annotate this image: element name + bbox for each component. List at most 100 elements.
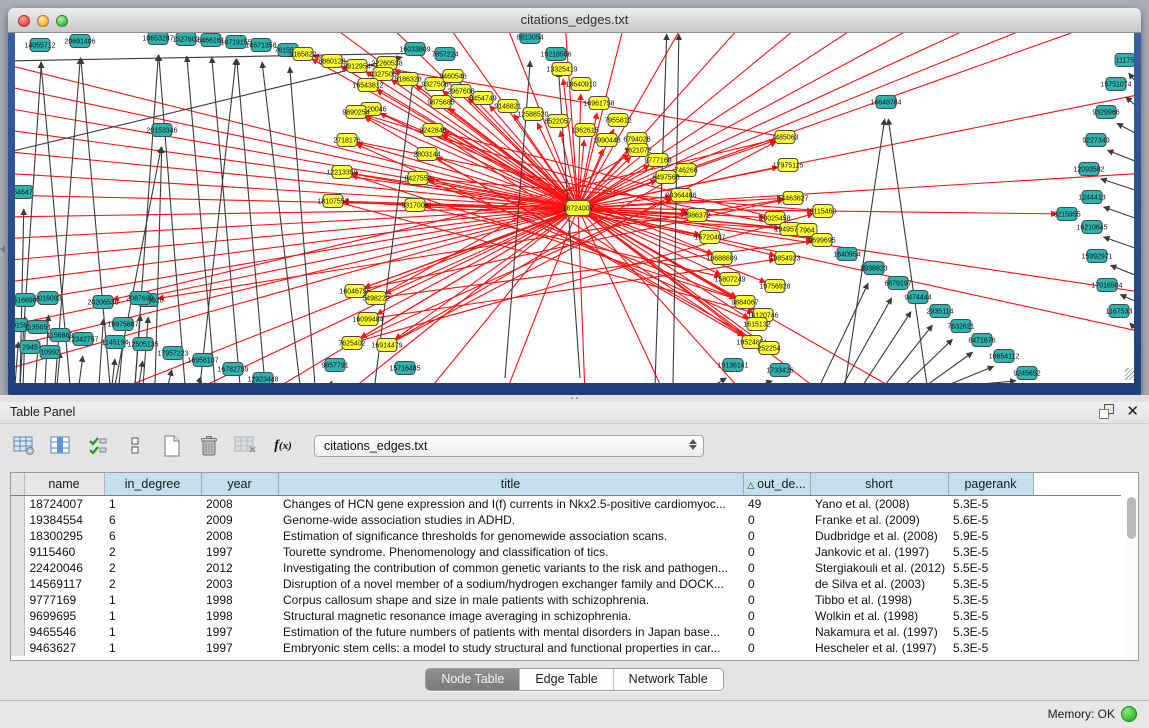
network-node[interactable]: 17016504 <box>1091 279 1122 292</box>
network-node[interactable]: 1640954 <box>833 248 860 261</box>
cell-name[interactable]: 18724007 <box>24 496 104 513</box>
network-node[interactable]: 15720407 <box>694 231 725 244</box>
network-node[interactable]: 1244413 <box>1078 191 1105 204</box>
network-node[interactable]: 6879197 <box>884 277 911 290</box>
cell-in_degree[interactable]: 1 <box>104 608 201 624</box>
cell-in_degree[interactable]: 1 <box>104 496 201 513</box>
cell-out_degree[interactable]: 0 <box>743 608 810 624</box>
network-node[interactable]: 9777169 <box>644 154 671 167</box>
cell-title[interactable]: Genome-wide association studies in ADHD. <box>278 512 743 528</box>
network-node[interactable]: 8427552 <box>404 172 431 185</box>
cell-out_degree[interactable]: 0 <box>743 544 810 560</box>
cell-out_degree[interactable]: 0 <box>743 560 810 576</box>
cell-name[interactable]: 9463627 <box>24 640 104 656</box>
cell-short[interactable]: de Silva et al. (2003) <box>810 576 948 592</box>
cell-pagerank[interactable]: 5.3E-5 <box>948 576 1033 592</box>
network-node[interactable]: 14463627 <box>777 192 808 205</box>
cell-year[interactable]: 1997 <box>201 624 278 640</box>
network-node[interactable]: 2945 <box>20 341 40 354</box>
cell-year[interactable]: 2008 <box>201 496 278 513</box>
cell-short[interactable]: Jankovic et al. (1997) <box>810 544 948 560</box>
cell-name[interactable]: 9777169 <box>24 592 104 608</box>
cell-year[interactable]: 2008 <box>201 528 278 544</box>
cell-name[interactable]: 9465546 <box>24 624 104 640</box>
network-node[interactable]: 7832621 <box>947 320 974 333</box>
network-node[interactable]: 16782759 <box>217 363 248 376</box>
panel-divider[interactable] <box>0 395 1149 402</box>
cell-name[interactable]: 19384554 <box>24 512 104 528</box>
network-node[interactable]: 20691406 <box>64 35 95 48</box>
network-node[interactable]: 9857791 <box>321 359 348 372</box>
cell-out_degree[interactable]: 0 <box>743 592 810 608</box>
cell-short[interactable]: Wolkin et al. (1998) <box>810 608 948 624</box>
network-node[interactable]: 16914479 <box>371 339 402 352</box>
network-node[interactable]: 20153346 <box>146 124 177 137</box>
network-node[interactable]: 5498222 <box>362 292 389 305</box>
network-node[interactable]: 9460546 <box>439 70 466 83</box>
cell-short[interactable]: Nakamura et al. (1997) <box>810 624 948 640</box>
network-node[interactable]: 12093582 <box>1073 163 1104 176</box>
cell-title[interactable]: Changes of HCN gene expression and I(f) … <box>278 496 743 513</box>
network-window-titlebar[interactable]: citations_edges.txt <box>8 8 1141 33</box>
cell-title[interactable]: Investigating the contribution of common… <box>278 560 743 576</box>
network-node[interactable]: 16099484 <box>352 313 383 326</box>
network-node[interactable]: 12213359 <box>326 166 357 179</box>
network-node[interactable]: 10653287 <box>142 33 173 45</box>
cell-short[interactable]: Dudbridge et al. (2008) <box>810 528 948 544</box>
cell-year[interactable]: 2003 <box>201 576 278 592</box>
cell-in_degree[interactable]: 2 <box>104 576 201 592</box>
network-node[interactable]: 1167533 <box>1106 305 1133 318</box>
network-node[interactable]: 1527602 <box>172 33 199 46</box>
select-rows-icon[interactable] <box>84 432 112 460</box>
cell-title[interactable]: Tourette syndrome. Phenomenology and cla… <box>278 544 743 560</box>
show-columns-icon[interactable] <box>47 432 75 460</box>
column-header-short[interactable]: short <box>810 473 948 496</box>
citation-network-graph[interactable]: 1405571220691406106532871527602646616110… <box>15 33 1134 383</box>
cell-short[interactable]: Tibbo et al. (1998) <box>810 592 948 608</box>
network-node[interactable]: 54647 <box>15 186 33 199</box>
cell-year[interactable]: 1997 <box>201 544 278 560</box>
table-scrollbar[interactable] <box>1125 495 1137 659</box>
network-node[interactable]: 15716485 <box>389 362 420 375</box>
column-header-name[interactable]: name <box>24 473 104 496</box>
network-node[interactable]: 16958107 <box>187 354 218 367</box>
cell-pagerank[interactable]: 5.5E-5 <box>948 560 1033 576</box>
network-node[interactable]: 11175 <box>1115 54 1134 67</box>
network-node[interactable]: 2087693 <box>126 292 153 305</box>
network-node[interactable]: 9227349 <box>1082 134 1109 147</box>
node-table-grid[interactable]: namein_degreeyeartitle△out_de...shortpag… <box>11 473 1121 656</box>
network-node[interactable]: 8454749 <box>469 92 496 105</box>
network-node[interactable]: 1362615 <box>571 124 598 137</box>
column-header-year[interactable]: year <box>201 473 278 496</box>
cell-pagerank[interactable]: 5.3E-5 <box>948 640 1033 656</box>
network-node[interactable]: 8860128 <box>318 55 345 68</box>
table-row[interactable]: 911546021997Tourette syndrome. Phenomeno… <box>11 544 1121 560</box>
cell-pagerank[interactable]: 5.3E-5 <box>948 592 1033 608</box>
function-builder-icon[interactable]: f(x) <box>269 432 297 460</box>
network-node[interactable]: 2718176 <box>333 134 360 147</box>
network-node[interactable]: 8813054 <box>516 33 543 44</box>
network-node[interactable]: 2016093 <box>34 292 61 305</box>
network-node[interactable]: 9245652 <box>1013 367 1040 380</box>
network-node[interactable]: 8938923 <box>860 262 887 275</box>
table-row[interactable]: 946554611997Estimation of the future num… <box>11 624 1121 640</box>
delete-column-icon[interactable] <box>195 432 223 460</box>
cell-in_degree[interactable]: 1 <box>104 640 201 656</box>
create-column-icon[interactable] <box>158 432 186 460</box>
float-panel-icon[interactable] <box>1099 404 1114 419</box>
table-row[interactable]: 1872400712008Changes of HCN gene express… <box>11 496 1121 513</box>
network-node[interactable]: 13325419 <box>546 63 577 76</box>
network-node[interactable]: 14055712 <box>24 39 55 52</box>
network-canvas[interactable]: 1405571220691406106532871527602646616110… <box>15 33 1134 383</box>
network-node[interactable]: 17975115 <box>773 159 804 172</box>
close-panel-icon[interactable]: ✕ <box>1126 404 1139 419</box>
network-node[interactable]: 7485063 <box>771 131 798 144</box>
cell-in_degree[interactable]: 6 <box>104 528 201 544</box>
cell-out_degree[interactable]: 49 <box>743 496 810 513</box>
network-node[interactable]: 9699695 <box>808 234 835 247</box>
network-node[interactable]: 12505135 <box>127 338 158 351</box>
column-header-title[interactable]: title <box>278 473 743 496</box>
table-row[interactable]: 977716911998Corpus callosum shape and si… <box>11 592 1121 608</box>
cell-out_degree[interactable]: 0 <box>743 624 810 640</box>
cell-name[interactable]: 14569117 <box>24 576 104 592</box>
